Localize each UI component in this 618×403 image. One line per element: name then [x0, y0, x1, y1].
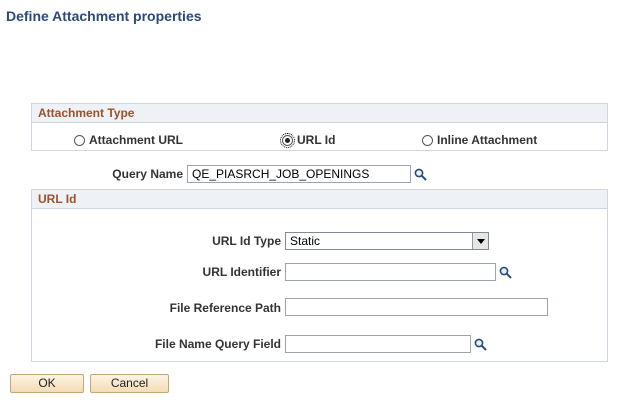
url-identifier-label: URL Identifier — [202, 265, 281, 279]
url-identifier-lookup-icon[interactable] — [499, 266, 512, 279]
radio-attachment-url[interactable]: Attachment URL — [74, 133, 183, 147]
url-id-type-label: URL Id Type — [212, 234, 281, 248]
query-name-label: Query Name — [112, 167, 183, 181]
radio-inline-attachment-indicator[interactable] — [422, 134, 433, 146]
file-name-query-field-lookup-icon[interactable] — [474, 338, 487, 351]
radio-inline-attachment-label: Inline Attachment — [437, 133, 538, 147]
radio-url-id-label: URL Id — [297, 133, 336, 147]
file-name-query-field-input[interactable] — [285, 335, 471, 353]
file-name-query-field-label: File Name Query Field — [154, 337, 281, 351]
radio-inline-attachment[interactable]: Inline Attachment — [422, 133, 537, 147]
url-id-type-select[interactable]: Static — [285, 232, 489, 250]
file-reference-path-label: File Reference Path — [169, 301, 281, 315]
url-id-type-value: Static — [290, 234, 321, 248]
radio-attachment-url-indicator[interactable] — [74, 134, 85, 146]
radio-attachment-url-label: Attachment URL — [89, 133, 184, 147]
ok-button[interactable]: OK — [10, 374, 84, 393]
cancel-button[interactable]: Cancel — [90, 374, 169, 393]
page-title: Define Attachment properties — [6, 8, 202, 24]
radio-url-id-indicator[interactable] — [280, 132, 295, 148]
url-id-header: URL Id — [32, 190, 607, 209]
attachment-type-header: Attachment Type — [32, 104, 607, 123]
radio-url-id[interactable]: URL Id — [280, 132, 336, 148]
dropdown-arrow-icon[interactable] — [472, 233, 488, 249]
url-identifier-input[interactable] — [285, 263, 496, 281]
query-name-lookup-icon[interactable] — [414, 168, 427, 181]
query-name-input[interactable]: QE_PIASRCH_JOB_OPENINGS — [187, 165, 411, 183]
file-reference-path-input[interactable] — [285, 298, 548, 316]
attachment-type-group: Attachment Type Attachment URL URL Id In… — [31, 103, 608, 151]
